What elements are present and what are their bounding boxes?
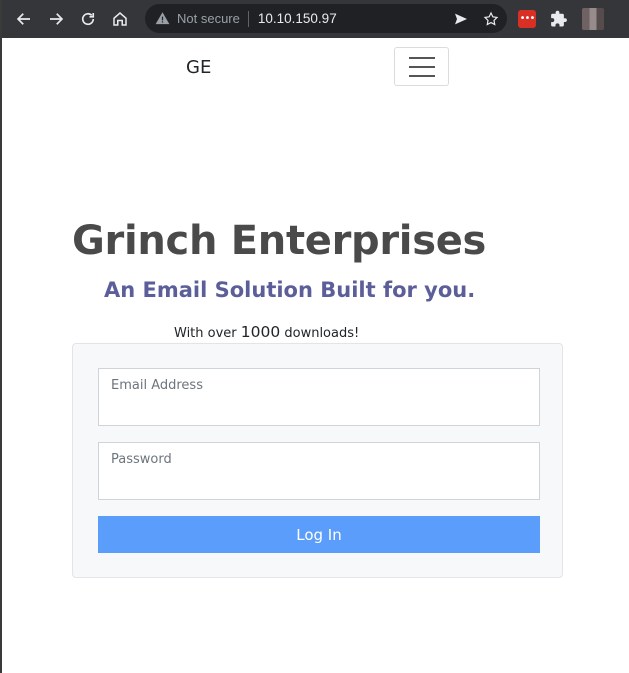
password-input[interactable] — [111, 471, 531, 493]
page-title: Grinch Enterprises — [72, 218, 487, 264]
home-button[interactable] — [104, 3, 136, 35]
address-divider — [247, 10, 249, 27]
hamburger-line — [408, 65, 435, 68]
back-button[interactable] — [8, 3, 40, 35]
downloads-suffix: downloads! — [280, 326, 360, 341]
downloads-prefix: With over — [174, 326, 241, 341]
extensions-area: ••• — [518, 4, 604, 33]
downloads-text: With over 1000 downloads! — [174, 323, 359, 341]
email-field[interactable]: Email Address — [98, 368, 540, 426]
profile-avatar[interactable] — [582, 7, 604, 30]
warning-icon[interactable] — [155, 11, 171, 27]
login-card: Email Address Password Log In — [72, 343, 563, 578]
arrow-right-icon — [50, 13, 64, 25]
security-status[interactable]: Not secure — [177, 11, 240, 26]
navbar-brand[interactable]: GE — [186, 57, 211, 78]
web-page: GE Grinch Enterprises An Email Solution … — [2, 38, 629, 673]
hamburger-line — [408, 74, 435, 77]
email-label: Email Address — [111, 378, 203, 393]
url-text[interactable]: 10.10.150.97 — [258, 11, 337, 26]
navbar-toggle-button[interactable] — [394, 47, 449, 86]
downloads-count: 1000 — [240, 323, 281, 341]
login-button[interactable]: Log In — [98, 516, 540, 553]
star-icon[interactable] — [483, 11, 499, 27]
address-bar-actions — [453, 4, 499, 33]
forward-button[interactable] — [40, 3, 72, 35]
password-label: Password — [111, 452, 172, 467]
password-manager-extension-icon[interactable]: ••• — [518, 9, 536, 28]
page-subtitle: An Email Solution Built for you. — [104, 278, 476, 302]
hamburger-line — [408, 56, 435, 59]
browser-window: Not secure 10.10.150.97 ••• GE Grinch En… — [0, 0, 629, 673]
puzzle-icon[interactable] — [550, 10, 568, 28]
home-icon — [113, 12, 127, 26]
send-icon[interactable] — [453, 11, 469, 27]
reload-button[interactable] — [72, 3, 104, 35]
browser-toolbar: Not secure 10.10.150.97 ••• — [2, 0, 629, 38]
password-field[interactable]: Password — [98, 442, 540, 500]
reload-icon — [81, 12, 95, 26]
arrow-left-icon — [16, 13, 30, 25]
address-bar[interactable]: Not secure 10.10.150.97 — [145, 4, 507, 33]
email-input[interactable] — [111, 397, 531, 419]
